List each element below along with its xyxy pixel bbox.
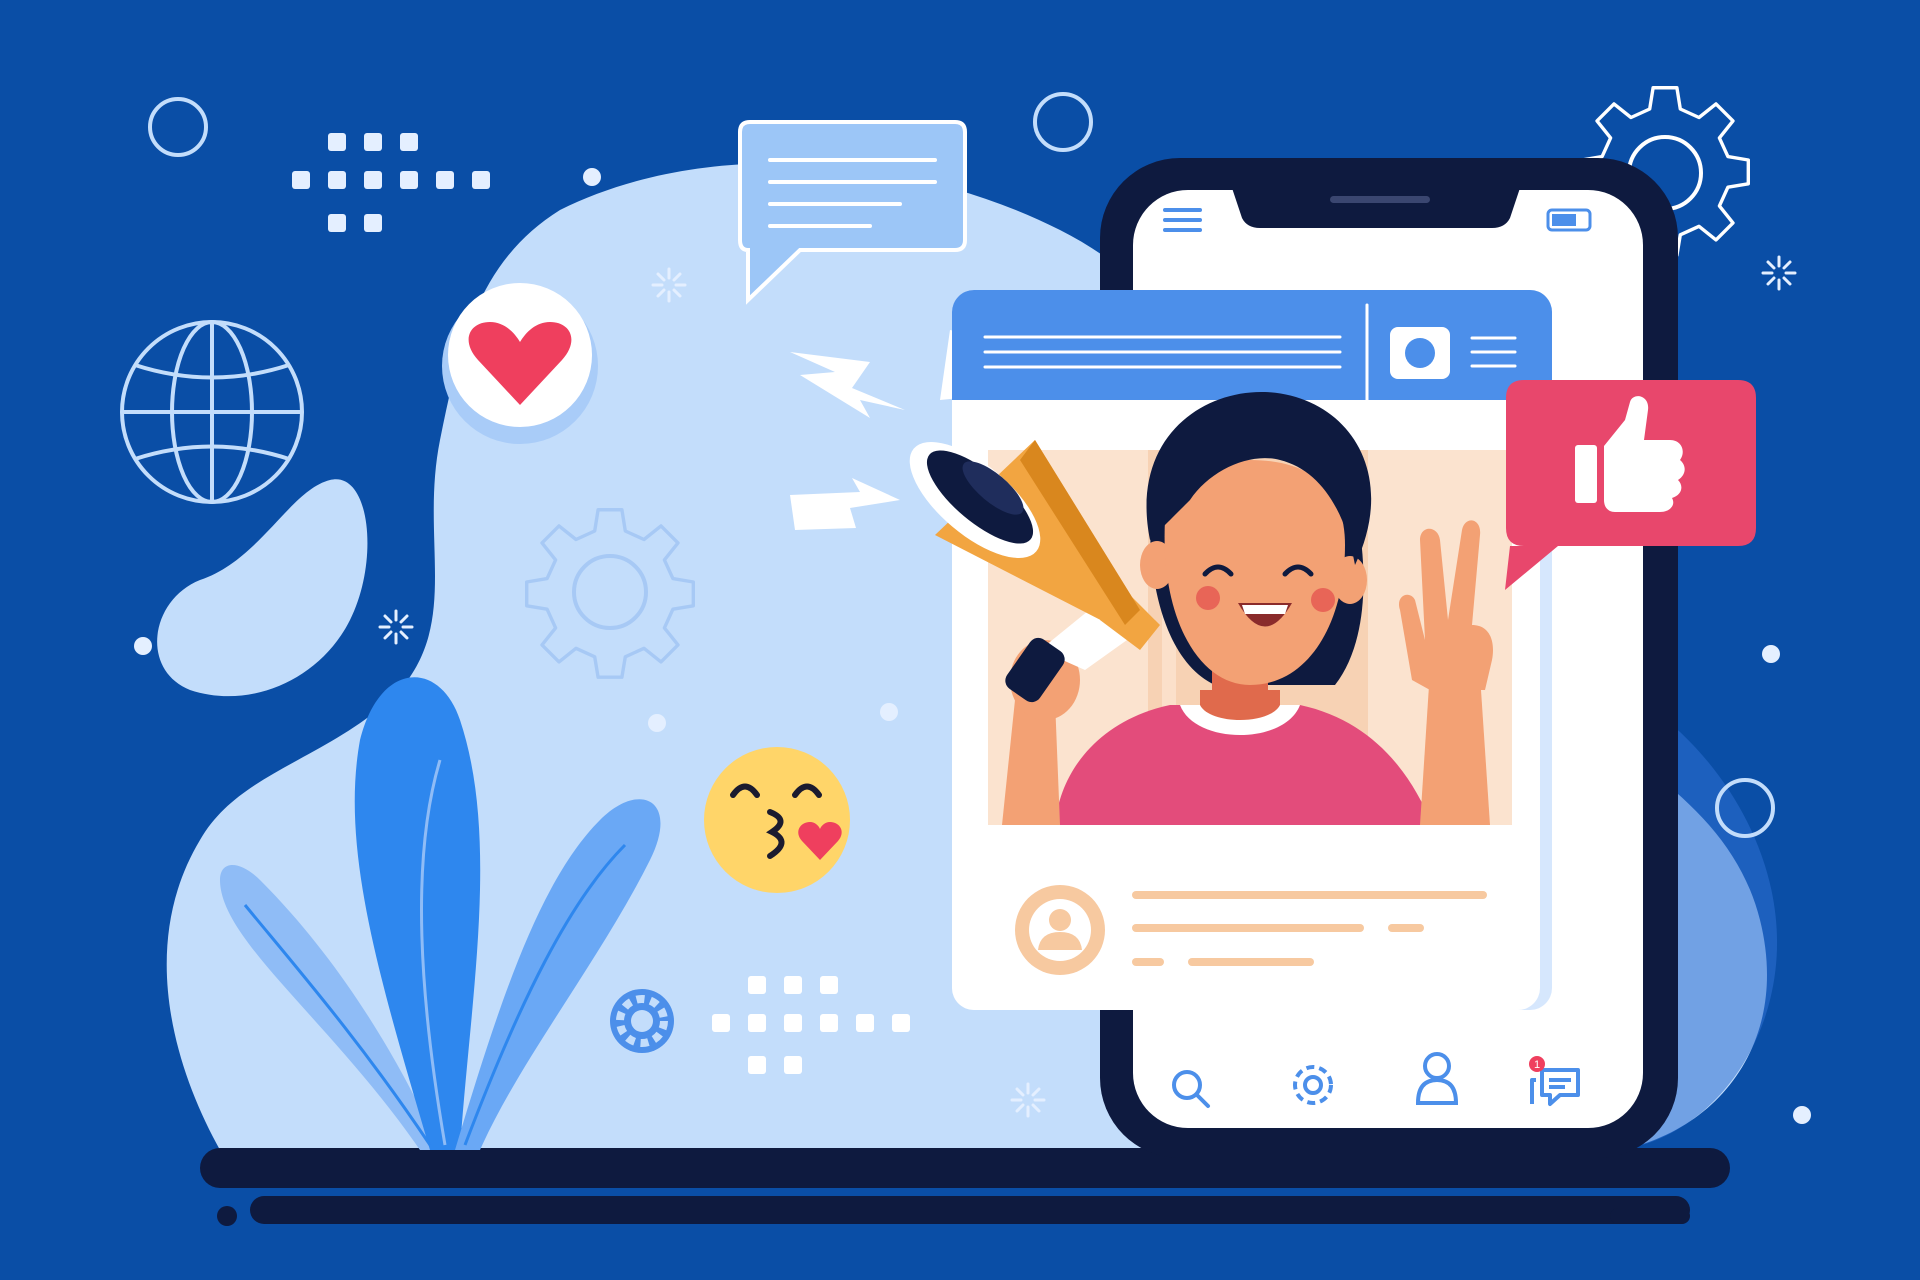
notification-count: 1 (1534, 1059, 1540, 1071)
ground (200, 1148, 1730, 1226)
phone-notch (1232, 188, 1520, 228)
kiss-emoji (704, 747, 850, 893)
avatar[interactable] (1015, 885, 1105, 975)
globe-icon (120, 320, 304, 504)
camera-icon[interactable] (1390, 327, 1450, 379)
user-icon (1049, 909, 1071, 931)
notification-badge: 1 (1529, 1056, 1545, 1072)
post-banner (952, 290, 1552, 404)
social-media-illustration: 1 (0, 0, 1920, 1280)
gear-icon-small (610, 989, 674, 1053)
